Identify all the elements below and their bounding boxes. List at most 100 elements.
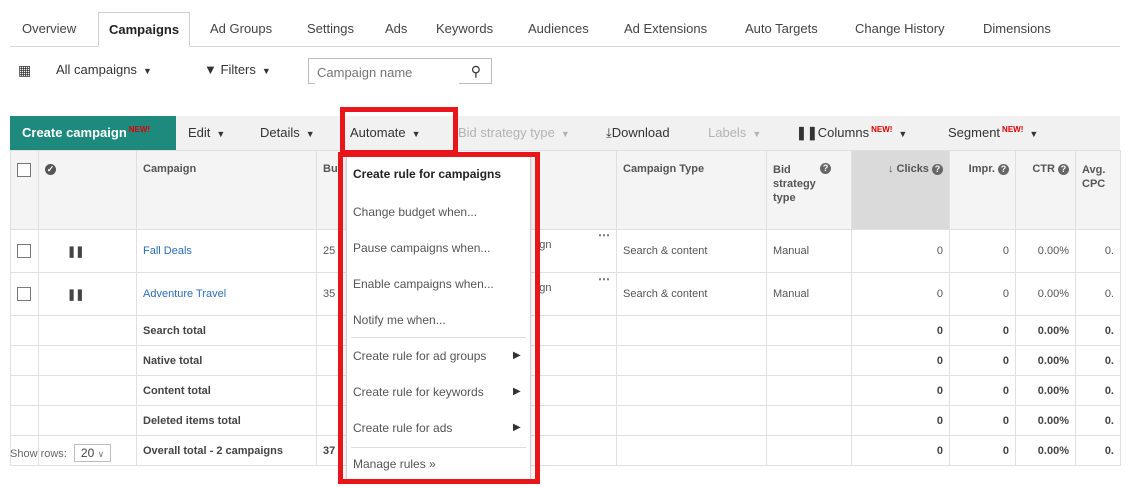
new-badge: NEW!	[1002, 125, 1024, 134]
chevron-down-icon: ▼	[261, 66, 271, 76]
segment-button[interactable]: Segment NEW! ▼	[948, 116, 1038, 150]
hierarchy-icon[interactable]: ▦	[18, 62, 31, 79]
new-badge: NEW!	[128, 125, 151, 134]
avg-cpc-header[interactable]: Avg. CPC	[1075, 150, 1121, 230]
labels-button[interactable]: Labels ▼	[708, 116, 761, 150]
chevron-down-icon: ▼	[560, 129, 570, 139]
total-ctr: 0.00%	[1015, 435, 1076, 466]
more-options-icon[interactable]: ⋯	[598, 228, 610, 242]
tab-ad-extensions[interactable]: Ad Extensions	[624, 12, 707, 45]
status-cell: ❚❚	[38, 229, 137, 273]
tab-settings[interactable]: Settings	[307, 12, 354, 45]
tab-auto-targets[interactable]: Auto Targets	[745, 12, 818, 45]
campaign-link[interactable]: Adventure Travel	[143, 288, 226, 300]
details-button[interactable]: Details ▼	[260, 116, 315, 150]
total-clicks: 0	[851, 435, 950, 466]
ctr-cell: 0.00%	[1015, 272, 1076, 316]
info-icon[interactable]: ?	[998, 163, 1009, 175]
total-row-content: Content total 0 0 0.00% 0.	[10, 375, 1121, 406]
campaign-header[interactable]: Campaign	[136, 150, 317, 230]
download-button[interactable]: ⤓Download	[606, 116, 670, 150]
tab-campaigns[interactable]: Campaigns	[98, 12, 191, 47]
tab-audiences[interactable]: Audiences	[528, 12, 589, 45]
campaign-type-header[interactable]: Campaign Type	[616, 150, 767, 230]
labels-label: Labels	[708, 125, 747, 140]
total-impressions: 0	[949, 435, 1016, 466]
search-input[interactable]	[315, 60, 459, 84]
bid-strategy-cell: Manual	[766, 229, 852, 273]
status-header[interactable]: ✓	[38, 150, 137, 230]
info-icon[interactable]: ?	[1058, 163, 1069, 175]
bid-strategy-header[interactable]: Bid strategy type ?	[766, 150, 852, 230]
tab-dimensions[interactable]: Dimensions	[983, 12, 1051, 45]
campaign-name-cell: Adventure Travel	[136, 272, 317, 316]
select-all-cell	[10, 150, 39, 230]
select-all-checkbox[interactable]	[17, 163, 31, 177]
pause-icon[interactable]: ❚❚	[67, 246, 84, 258]
budget-value: 35	[323, 288, 336, 300]
avg-cpc-cell: 0.	[1075, 272, 1121, 316]
chevron-down-icon: ▼	[216, 129, 226, 139]
more-options-icon[interactable]: ⋯	[598, 272, 610, 286]
total-label: Deleted items total	[136, 405, 317, 436]
search-icon[interactable]: ⚲	[471, 63, 481, 80]
tab-overview[interactable]: Overview	[22, 12, 76, 45]
bid-strategy-type-button[interactable]: Bid strategy type ▼	[458, 116, 570, 150]
ctr-cell: 0.00%	[1015, 229, 1076, 273]
total-impressions: 0	[949, 375, 1016, 406]
chevron-down-icon: ▼	[752, 129, 762, 139]
campaigns-table: ✓ Campaign Bu Campaign Type Bid strategy…	[10, 150, 1121, 466]
truncated-text: gn	[539, 282, 552, 294]
ctr-header-label: CTR	[1032, 163, 1055, 175]
chevron-down-icon: ▼	[305, 129, 315, 139]
filter-bar: ▦ All campaigns▼ ▼ Filters▼ ⚲	[0, 56, 1128, 88]
filters-button[interactable]: ▼ Filters ▼	[204, 62, 271, 77]
tab-keywords[interactable]: Keywords	[436, 12, 493, 45]
info-icon[interactable]: ?	[820, 163, 832, 174]
avg-cpc-header-label: Avg. CPC	[1082, 164, 1106, 190]
total-avg-cpc: 0.	[1075, 405, 1121, 436]
create-campaign-button[interactable]: Create campaign NEW!	[10, 116, 176, 150]
campaign-type-cell: Search & content	[616, 229, 767, 273]
impressions-cell: 0	[949, 229, 1016, 273]
row-select-cell	[10, 229, 39, 273]
total-ctr: 0.00%	[1015, 345, 1076, 376]
total-avg-cpc: 0.	[1075, 315, 1121, 346]
pagination-rows: Show rows: 20 ∨	[10, 444, 112, 462]
table-row: ❚❚ Adventure Travel 35 gn Search & conten…	[10, 272, 1121, 316]
info-icon[interactable]: ?	[932, 163, 943, 175]
campaign-scope-select[interactable]: All campaigns ▼	[56, 62, 152, 77]
columns-button[interactable]: ❚❚Columns NEW! ▼	[796, 116, 907, 150]
row-checkbox[interactable]	[17, 244, 31, 258]
edit-button[interactable]: Edit ▼	[188, 116, 225, 150]
ctr-header[interactable]: CTR ?	[1015, 150, 1076, 230]
total-row-deleted: Deleted items total 0 0 0.00% 0.	[10, 405, 1121, 436]
total-row-native: Native total 0 0 0.00% 0.	[10, 345, 1121, 376]
campaign-search: ⚲	[308, 58, 492, 84]
bid-strategy-header-label: Bid strategy type	[773, 164, 816, 204]
tab-change-history[interactable]: Change History	[855, 12, 945, 45]
show-rows-label: Show rows:	[10, 448, 67, 460]
clicks-header[interactable]: ↓ Clicks ?	[851, 150, 950, 230]
total-ctr: 0.00%	[1015, 315, 1076, 346]
row-select-cell	[10, 272, 39, 316]
rows-per-page-select[interactable]: 20 ∨	[73, 444, 112, 462]
total-row-search: Search total 0 0 0.00% 0.	[10, 315, 1121, 346]
impressions-header[interactable]: Impr. ?	[949, 150, 1016, 230]
total-ctr: 0.00%	[1015, 375, 1076, 406]
chevron-down-icon: ▼	[898, 129, 908, 139]
campaign-link[interactable]: Fall Deals	[143, 245, 192, 257]
campaign-type-cell: Search & content	[616, 272, 767, 316]
total-label: Native total	[136, 345, 317, 376]
funnel-icon: ▼	[204, 62, 217, 77]
bid-strategy-type-label: Bid strategy type	[458, 125, 555, 140]
tab-ads[interactable]: Ads	[385, 12, 407, 45]
impressions-header-label: Impr.	[968, 163, 995, 175]
tab-ad-groups[interactable]: Ad Groups	[210, 12, 272, 45]
row-checkbox[interactable]	[17, 287, 31, 301]
total-avg-cpc: 0.	[1075, 435, 1121, 466]
total-impressions: 0	[949, 345, 1016, 376]
menu-highlight	[338, 152, 540, 484]
pause-icon[interactable]: ❚❚	[67, 289, 84, 301]
total-ctr: 0.00%	[1015, 405, 1076, 436]
